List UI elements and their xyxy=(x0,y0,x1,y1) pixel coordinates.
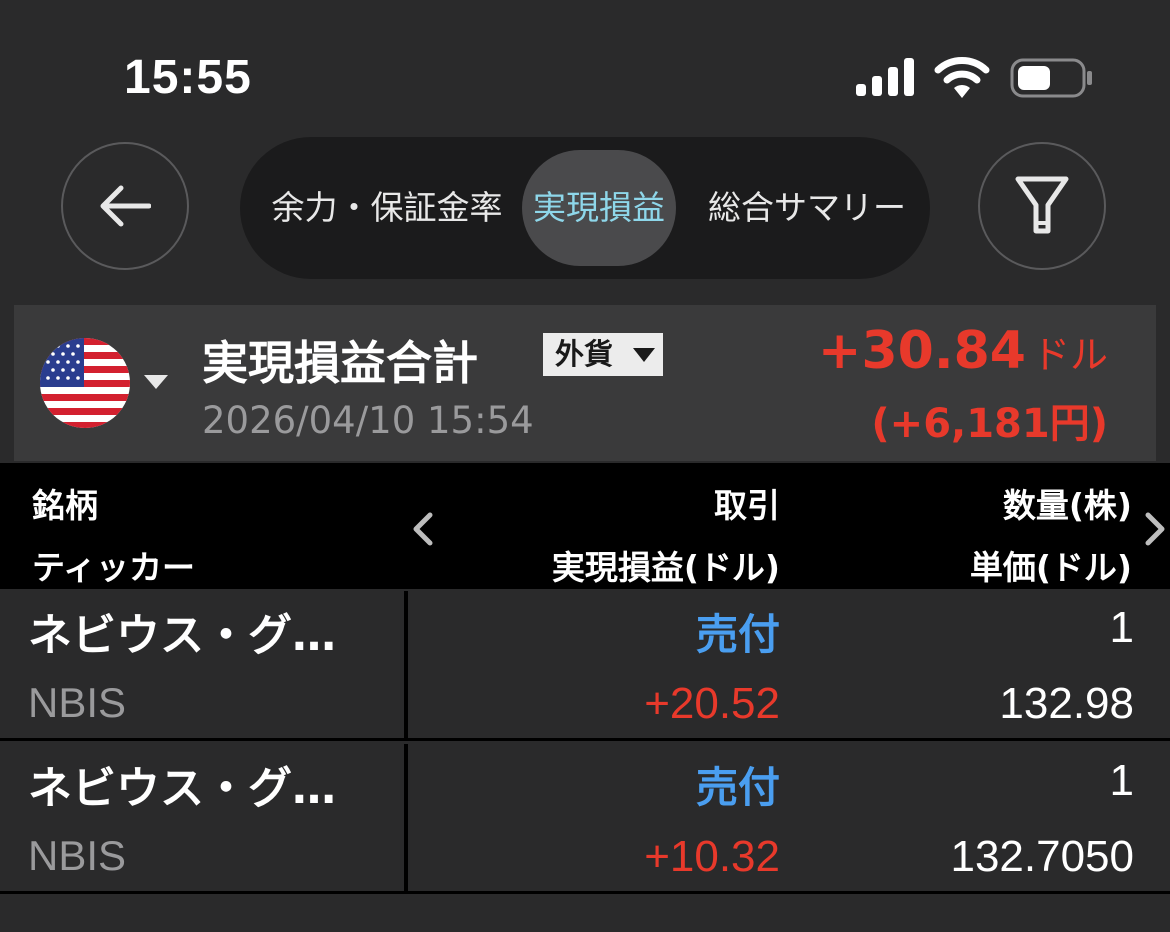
header-unit-price: 単価(ドル) xyxy=(969,548,1132,587)
status-time: 15:55 xyxy=(124,51,252,104)
tab-realized-pl[interactable]: 実現損益 xyxy=(522,150,676,266)
table-row[interactable]: ネビウス・グ… NBIS 売付 +20.52 1 132.98 xyxy=(0,591,1170,741)
amount-unit: ドル xyxy=(1031,333,1108,377)
row-realized-pl: +20.52 xyxy=(644,679,780,728)
row-realized-pl: +10.32 xyxy=(644,832,780,881)
chevron-down-icon[interactable] xyxy=(144,375,168,391)
realized-pl-summary: 実現損益合計 外貨 2026/04/10 15:54 +30.84 ドル (+6,… xyxy=(14,305,1156,461)
row-ticker: NBIS xyxy=(28,832,127,879)
battery-icon xyxy=(1010,58,1092,98)
row-quantity: 1 xyxy=(1109,603,1134,652)
table-row[interactable]: ネビウス・グ… NBIS 売付 +10.32 1 132.7050 xyxy=(0,744,1170,894)
row-name: ネビウス・グ… xyxy=(28,610,336,661)
arrow-left-icon xyxy=(100,185,151,227)
summary-date: 2026/04/10 15:54 xyxy=(202,399,534,442)
table-header: 銘柄 ティッカー 取引 実現損益(ドル) 数量(株) 単価(ドル) xyxy=(0,463,1170,589)
row-ticker: NBIS xyxy=(28,679,127,726)
row-unit-price: 132.7050 xyxy=(950,832,1134,881)
row-unit-price: 132.98 xyxy=(999,679,1134,728)
wifi-icon xyxy=(934,57,990,98)
currency-label: 外貨 xyxy=(555,337,614,371)
row-trade: 売付 xyxy=(695,763,780,812)
header-realized-pl: 実現損益(ドル) xyxy=(551,548,780,587)
tab-switcher: 余力・保証金率 実現損益 総合サマリー xyxy=(240,137,930,279)
tab-margin-rate[interactable]: 余力・保証金率 xyxy=(258,150,516,266)
filter-button[interactable] xyxy=(978,142,1106,270)
amount-value: +30.84 xyxy=(817,321,1026,381)
row-trade: 売付 xyxy=(695,610,780,659)
row-quantity: 1 xyxy=(1109,756,1134,805)
header-name: 銘柄 xyxy=(32,486,98,525)
tab-summary[interactable]: 総合サマリー xyxy=(696,150,918,266)
column-divider xyxy=(404,591,408,741)
chevron-left-icon[interactable] xyxy=(412,511,434,547)
chevron-right-icon[interactable] xyxy=(1144,511,1166,547)
amount-yen: (+6,181円) xyxy=(871,401,1108,447)
cellular-signal-icon xyxy=(856,58,914,96)
header-quantity: 数量(株) xyxy=(1002,486,1132,525)
realized-pl-screen: 15:55 余力・保証金率 実現損益 総合サマリー 実現損益合計 外貨 2026… xyxy=(0,0,1170,932)
us-flag-icon[interactable] xyxy=(40,338,130,428)
caret-down-icon xyxy=(633,348,655,362)
list-remainder xyxy=(0,897,1170,932)
column-divider xyxy=(404,744,408,894)
row-name: ネビウス・グ… xyxy=(28,763,336,814)
summary-title: 実現損益合計 xyxy=(202,336,478,390)
header-ticker: ティッカー xyxy=(32,548,196,587)
currency-dropdown[interactable]: 外貨 xyxy=(543,333,663,376)
header-trade: 取引 xyxy=(714,486,780,525)
filter-icon xyxy=(1015,176,1069,234)
summary-amount: +30.84 ドル xyxy=(818,321,1108,381)
back-button[interactable] xyxy=(61,142,189,270)
